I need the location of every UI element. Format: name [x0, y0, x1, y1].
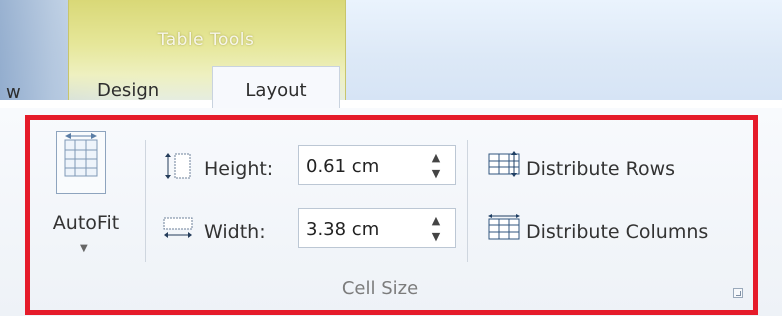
tab-layout-label: Layout [245, 80, 307, 101]
chevron-down-icon[interactable]: ▼ [80, 243, 88, 254]
cell-size-group-label: Cell Size [341, 278, 419, 299]
distribute-columns-icon[interactable] [487, 214, 521, 242]
autofit-icon[interactable] [56, 131, 106, 194]
autofit-label[interactable]: AutoFit [40, 212, 132, 234]
spin-up-icon[interactable]: ▲ [430, 215, 442, 226]
spin-up-icon[interactable]: ▲ [430, 152, 442, 163]
table-tools-label: Table Tools [157, 30, 255, 50]
spin-down-icon[interactable]: ▼ [430, 168, 442, 179]
row-height-value[interactable]: 0.61 cm [306, 156, 379, 177]
width-label: Width: [204, 221, 266, 243]
dialog-launcher-icon[interactable] [733, 288, 743, 298]
distribute-columns-label[interactable]: Distribute Columns [526, 221, 708, 243]
distribute-rows-label[interactable]: Distribute Rows [526, 158, 675, 180]
group-separator [145, 140, 146, 262]
tab-design[interactable]: Design [97, 80, 159, 101]
group-separator [467, 140, 468, 262]
column-width-icon [162, 215, 196, 243]
distribute-rows-icon[interactable] [487, 151, 521, 177]
height-label: Height: [204, 158, 274, 180]
row-height-icon [162, 149, 196, 183]
column-width-value[interactable]: 3.38 cm [306, 219, 379, 240]
spin-down-icon[interactable]: ▼ [430, 231, 442, 242]
partial-tab[interactable]: w [6, 82, 21, 103]
